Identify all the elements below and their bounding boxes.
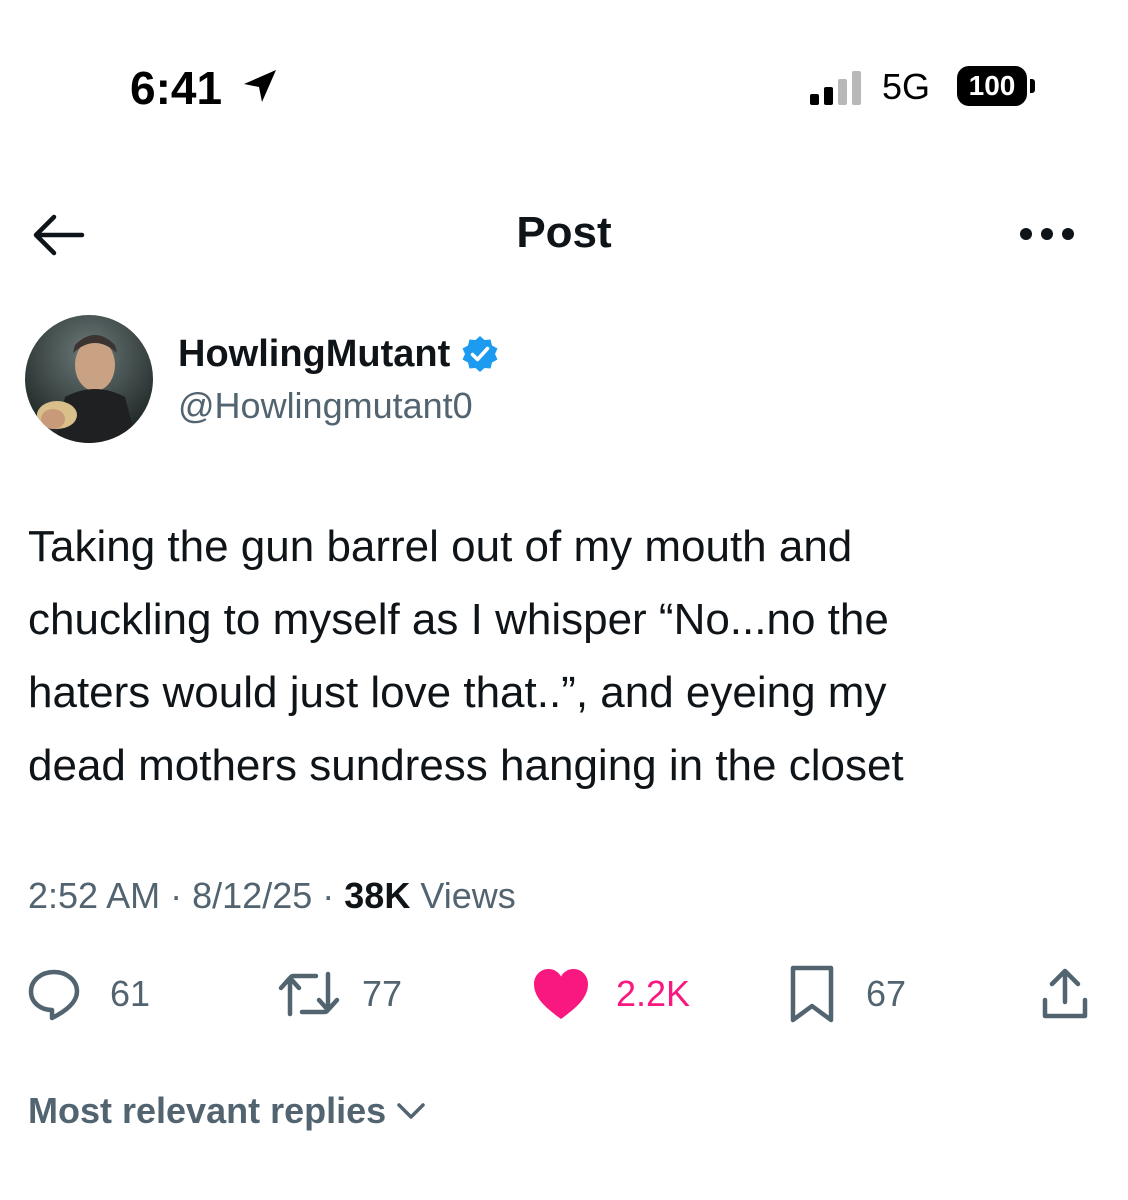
- post-meta: 2:52 AM · 8/12/25 · 38K Views: [28, 868, 516, 924]
- replies-sort-dropdown[interactable]: Most relevant replies: [28, 1084, 426, 1138]
- views-label[interactable]: Views: [420, 875, 515, 916]
- post-text-line: Taking the gun barrel out of my mouth an…: [28, 522, 853, 571]
- reply-count: 61: [110, 973, 151, 1014]
- author-handle[interactable]: @Howlingmutant0: [178, 382, 473, 430]
- like-button[interactable]: 2.2K: [532, 962, 690, 1026]
- share-button[interactable]: [1040, 962, 1090, 1026]
- battery-icon: 100: [957, 66, 1037, 106]
- chevron-down-icon: [397, 1103, 425, 1119]
- author-name-row[interactable]: HowlingMutant: [178, 328, 500, 380]
- network-type: 5G: [882, 66, 931, 107]
- avatar[interactable]: [25, 315, 153, 443]
- bookmark-count: 67: [866, 973, 907, 1014]
- repost-button[interactable]: 77: [276, 962, 402, 1026]
- replies-sort-label: Most relevant replies: [28, 1090, 387, 1131]
- repost-icon: [278, 971, 340, 1017]
- post-text-line: haters would just love that..”, and eyei…: [28, 668, 887, 717]
- page-title: Post: [516, 208, 612, 257]
- bookmark-icon: [790, 965, 834, 1023]
- post-text: Taking the gun barrel out of my mouth an…: [28, 510, 1098, 802]
- location-arrow-icon: [244, 70, 276, 102]
- meta-separator: ·: [170, 875, 183, 916]
- post-time: 2:52 AM: [28, 875, 161, 916]
- more-horizontal-icon[interactable]: [1018, 225, 1076, 243]
- reply-button[interactable]: 61: [26, 962, 150, 1026]
- like-count: 2.2K: [616, 973, 691, 1014]
- verified-badge-icon[interactable]: [460, 334, 500, 374]
- repost-count: 77: [362, 973, 403, 1014]
- avatar-image: [25, 315, 153, 443]
- battery-level: 100: [957, 66, 1027, 106]
- share-icon: [1042, 968, 1088, 1019]
- post-text-line: dead mothers sundress hanging in the clo…: [28, 741, 904, 790]
- status-time: 6:41: [130, 62, 223, 114]
- reply-icon: [28, 969, 80, 1021]
- heart-icon: [534, 969, 588, 1019]
- post-date: 8/12/25: [192, 875, 313, 916]
- bookmark-button[interactable]: 67: [788, 962, 906, 1026]
- meta-separator: ·: [322, 875, 335, 916]
- post-text-line: chuckling to myself as I whisper “No...n…: [28, 595, 889, 644]
- display-name[interactable]: HowlingMutant: [178, 328, 450, 380]
- views-count[interactable]: 38K: [344, 875, 410, 916]
- signal-icon: [810, 71, 861, 105]
